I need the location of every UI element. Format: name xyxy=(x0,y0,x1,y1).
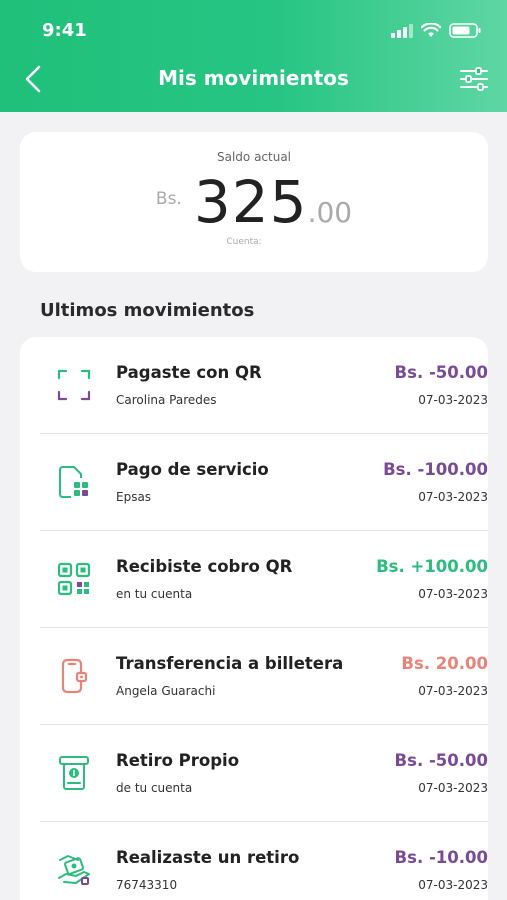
transaction-subtitle: Epsas xyxy=(116,490,152,504)
atm-cash-icon xyxy=(54,753,94,793)
page-title: Mis movimientos xyxy=(158,66,349,90)
transaction-row[interactable]: Pagaste con QR Carolina Paredes Bs. -50.… xyxy=(40,337,488,434)
transaction-subtitle: Carolina Paredes xyxy=(116,393,217,407)
transaction-subtitle: 76743310 xyxy=(116,878,178,892)
transaction-title: Recibiste cobro QR xyxy=(116,557,293,576)
balance-label: Saldo actual xyxy=(216,150,292,164)
transaction-row[interactable]: Retiro Propio de tu cuenta Bs. -50.00 07… xyxy=(40,725,488,822)
transaction-subtitle: de tu cuenta xyxy=(116,781,193,795)
signal-icon xyxy=(391,23,413,42)
balance-integer: 325 xyxy=(193,168,308,236)
status-bar: 9:41 xyxy=(0,0,507,60)
app-header: 9:41 Mis movimientos xyxy=(0,0,507,112)
transaction-amount: Bs. -100.00 xyxy=(383,460,488,479)
transaction-amount: Bs. -50.00 xyxy=(394,751,488,770)
transaction-date: 07-03-2023 xyxy=(418,490,488,504)
transaction-date: 07-03-2023 xyxy=(418,781,488,795)
transaction-amount: Bs. +100.00 xyxy=(376,557,488,576)
transaction-title: Retiro Propio xyxy=(116,751,240,770)
transaction-date: 07-03-2023 xyxy=(418,587,488,601)
transaction-title: Realizaste un retiro xyxy=(116,848,300,867)
status-time: 9:41 xyxy=(42,20,87,41)
hand-cash-icon xyxy=(54,850,94,890)
transaction-row[interactable]: Recibiste cobro QR en tu cuenta Bs. +100… xyxy=(40,531,488,628)
transaction-date: 07-03-2023 xyxy=(418,684,488,698)
filter-button[interactable] xyxy=(457,65,491,97)
transaction-title: Transferencia a billetera xyxy=(116,654,344,673)
account-label: Cuenta: xyxy=(226,237,262,247)
transactions-list: Pagaste con QR Carolina Paredes Bs. -50.… xyxy=(20,337,488,900)
nav-bar: Mis movimientos xyxy=(0,58,507,104)
transaction-amount: Bs. 20.00 xyxy=(401,654,488,673)
qr-scan-icon xyxy=(54,365,94,405)
section-title: Ultimos movimientos xyxy=(40,300,255,321)
transaction-row[interactable]: Pago de servicio Epsas Bs. -100.00 07-03… xyxy=(40,434,488,531)
balance-card: Saldo actual Bs. 325 .00 Cuenta: xyxy=(20,132,488,272)
transaction-row[interactable]: Realizaste un retiro 76743310 Bs. -10.00… xyxy=(40,822,488,900)
transaction-title: Pago de servicio xyxy=(116,460,269,479)
battery-icon xyxy=(449,22,481,42)
transaction-subtitle: Angela Guarachi xyxy=(116,684,216,698)
transaction-title: Pagaste con QR xyxy=(116,363,262,382)
transaction-amount: Bs. -50.00 xyxy=(394,363,488,382)
balance-amount: Bs. 325 .00 xyxy=(20,168,488,236)
balance-decimal: .00 xyxy=(307,196,353,229)
service-bill-icon xyxy=(54,462,94,502)
phone-wallet-icon xyxy=(54,656,94,696)
status-icons xyxy=(391,21,481,42)
transaction-amount: Bs. -10.00 xyxy=(394,848,488,867)
balance-currency: Bs. xyxy=(155,189,182,209)
transaction-date: 07-03-2023 xyxy=(418,393,488,407)
wifi-icon xyxy=(420,21,442,42)
transaction-subtitle: en tu cuenta xyxy=(116,587,193,601)
sliders-icon xyxy=(460,67,488,95)
transaction-date: 07-03-2023 xyxy=(418,878,488,892)
qr-code-icon xyxy=(54,559,94,599)
transaction-row[interactable]: Transferencia a billetera Angela Guarach… xyxy=(40,628,488,725)
